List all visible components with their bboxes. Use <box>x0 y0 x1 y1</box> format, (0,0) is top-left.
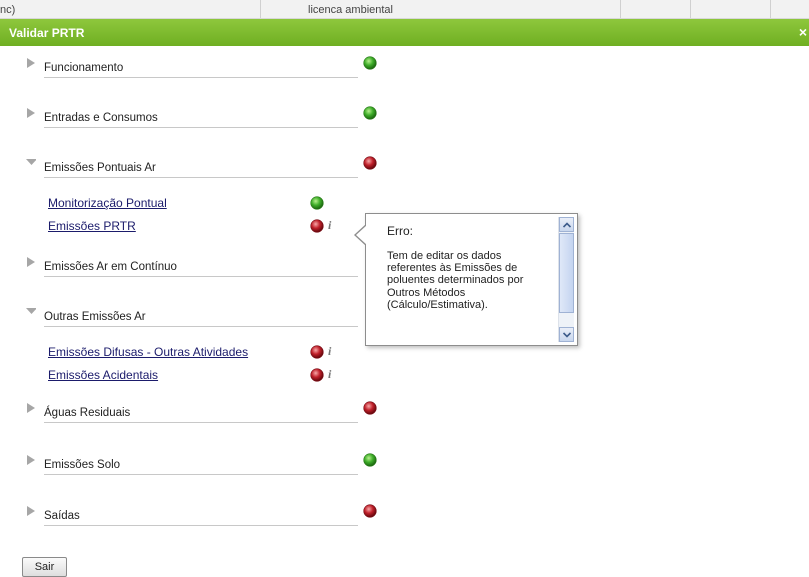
section-entradas-consumos[interactable]: Entradas e Consumos <box>26 106 386 130</box>
section-outras-emissoes-ar[interactable]: Outras Emissões Ar <box>26 305 386 329</box>
chevron-up-icon <box>563 222 571 228</box>
section-aguas-residuais[interactable]: Águas Residuais <box>26 401 386 425</box>
status-ok-icon <box>363 106 377 120</box>
status-ok-icon <box>310 196 324 210</box>
status-error-icon <box>310 219 324 233</box>
section-funcionamento[interactable]: Funcionamento <box>26 56 386 80</box>
section-divider <box>44 326 358 327</box>
column-divider <box>620 0 621 18</box>
expand-arrow-icon <box>27 455 35 465</box>
section-divider <box>44 422 358 423</box>
section-divider <box>44 77 358 78</box>
tooltip-title: Erro: <box>387 224 414 238</box>
info-icon[interactable]: i <box>328 367 331 382</box>
collapse-arrow-icon <box>26 159 36 165</box>
dialog-title: Validar PRTR <box>9 26 85 40</box>
section-emissoes-ar-continuo[interactable]: Emissões Ar em Contínuo <box>26 255 386 279</box>
expand-arrow-icon <box>27 506 35 516</box>
tooltip-scrollbar[interactable] <box>558 217 574 342</box>
scroll-up-button[interactable] <box>559 217 574 232</box>
status-ok-icon <box>363 453 377 467</box>
link-emissoes-difusas[interactable]: Emissões Difusas - Outras Atividades <box>48 345 248 359</box>
section-label: Outras Emissões Ar <box>44 311 146 323</box>
column-divider <box>690 0 691 18</box>
info-icon[interactable]: i <box>328 218 331 233</box>
error-tooltip: Erro: Tem de editar os dados referentes … <box>354 213 578 346</box>
link-emissoes-prtr[interactable]: Emissões PRTR <box>48 219 136 233</box>
background-cell-1: nc) <box>0 4 16 16</box>
tooltip-message: Tem de editar os dados referentes às Emi… <box>387 250 524 311</box>
status-error-icon <box>310 368 324 382</box>
section-divider <box>44 276 358 277</box>
expand-arrow-icon <box>27 403 35 413</box>
expand-arrow-icon <box>27 257 35 267</box>
section-emissoes-pontuais-ar[interactable]: Emissões Pontuais Ar <box>26 156 386 180</box>
status-error-icon <box>310 345 324 359</box>
section-divider <box>44 127 358 128</box>
background-cell-2: licenca ambiental <box>308 4 393 16</box>
column-divider <box>260 0 261 18</box>
section-label: Funcionamento <box>44 62 124 74</box>
collapse-arrow-icon <box>26 308 36 314</box>
info-icon[interactable]: i <box>328 344 331 359</box>
section-label: Águas Residuais <box>44 407 131 419</box>
link-emissoes-acidentais[interactable]: Emissões Acidentais <box>48 368 158 382</box>
status-error-icon <box>363 504 377 518</box>
column-divider <box>770 0 771 18</box>
section-label: Emissões Pontuais Ar <box>44 162 156 174</box>
section-label: Entradas e Consumos <box>44 112 158 124</box>
section-label: Emissões Ar em Contínuo <box>44 261 177 273</box>
scroll-thumb[interactable] <box>559 233 574 313</box>
status-ok-icon <box>363 56 377 70</box>
section-emissoes-solo[interactable]: Emissões Solo <box>26 453 386 477</box>
section-label: Emissões Solo <box>44 459 121 471</box>
section-label: Saídas <box>44 510 80 522</box>
expand-arrow-icon <box>27 108 35 118</box>
background-table-header: nc) licenca ambiental <box>0 0 809 19</box>
status-error-icon <box>363 156 377 170</box>
expand-arrow-icon <box>27 58 35 68</box>
status-error-icon <box>363 401 377 415</box>
close-icon[interactable]: × <box>799 24 807 40</box>
section-divider <box>44 525 358 526</box>
section-divider <box>44 474 358 475</box>
section-divider <box>44 177 358 178</box>
link-monitorizacao-pontual[interactable]: Monitorização Pontual <box>48 196 167 210</box>
tooltip-pointer-fill <box>356 225 367 245</box>
exit-button[interactable]: Sair <box>22 557 67 577</box>
section-saidas[interactable]: Saídas <box>26 504 386 528</box>
scroll-down-button[interactable] <box>559 327 574 342</box>
dialog-titlebar: Validar PRTR × <box>0 19 809 46</box>
chevron-down-icon <box>563 332 571 338</box>
